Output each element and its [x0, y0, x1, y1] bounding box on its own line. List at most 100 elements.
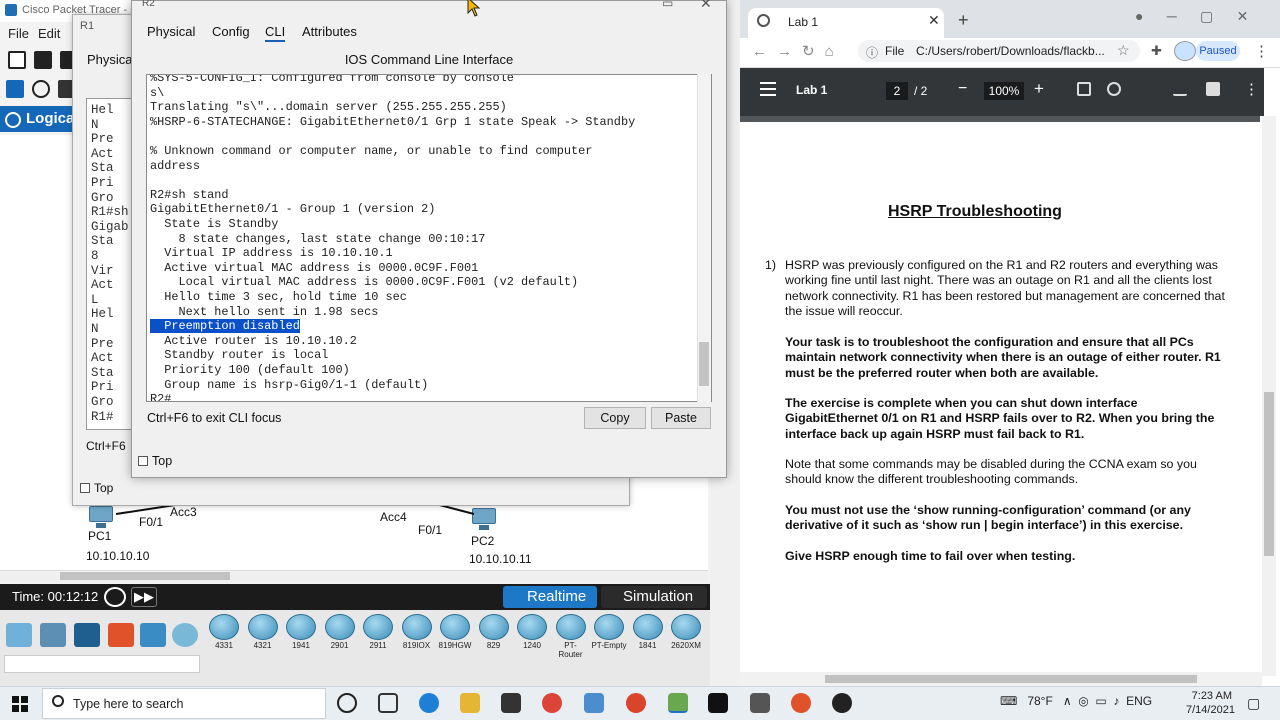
- window-controls[interactable]: ● ─ ▢ ✕: [1135, 8, 1248, 25]
- zoom-icon[interactable]: [32, 80, 50, 98]
- connections-category-icon[interactable]: [108, 623, 134, 647]
- router-model-item[interactable]: 1240: [514, 614, 550, 650]
- pc1-label: PC1: [88, 529, 112, 543]
- chrome-menu-icon[interactable]: ⋮: [1254, 42, 1269, 60]
- system-tray[interactable]: ⌨ 78°F ∧ ◎ ▭ ♪ ENG: [1000, 694, 1152, 708]
- fast-forward-icon[interactable]: ▶▶: [131, 587, 157, 607]
- profile-avatar[interactable]: [1174, 41, 1196, 61]
- tab-cli[interactable]: CLI: [265, 24, 286, 42]
- sync-paused-badge[interactable]: Paused: [1196, 41, 1240, 61]
- network-devices-category-icon[interactable]: [6, 623, 32, 647]
- app-icon[interactable]: [750, 693, 770, 713]
- pdf-more-icon[interactable]: ⋮: [1244, 80, 1259, 98]
- zoom-out-icon[interactable]: −: [958, 80, 967, 98]
- app-icon[interactable]: [626, 693, 646, 713]
- taskbar-clock[interactable]: 7:23 AM 7/14/2021: [1186, 689, 1235, 717]
- router-model-item[interactable]: 2911: [360, 614, 396, 650]
- chrome-icon[interactable]: [542, 693, 562, 713]
- packet-tracer-taskbar-icon[interactable]: [668, 693, 688, 713]
- notifications-icon[interactable]: ▢: [1247, 695, 1260, 712]
- misc-category-icon[interactable]: [140, 623, 166, 647]
- router-model-item[interactable]: 1841: [630, 614, 666, 650]
- pdf-page-input[interactable]: 2: [886, 82, 908, 100]
- router-model-item[interactable]: 2620XM: [668, 614, 704, 650]
- checkbox-box[interactable]: [80, 483, 90, 493]
- router-model-item[interactable]: 4331: [206, 614, 242, 650]
- cortana-icon[interactable]: [337, 693, 357, 713]
- pdf-menu-icon[interactable]: [760, 82, 776, 96]
- pdf-scroll-thumb[interactable]: [1264, 392, 1274, 556]
- pdf-zoom-input[interactable]: 100%: [984, 82, 1024, 100]
- components-category-icon[interactable]: [74, 623, 100, 647]
- app-icon[interactable]: [791, 693, 811, 713]
- store-icon[interactable]: [501, 693, 521, 713]
- router-icon: [401, 614, 432, 640]
- router-model-label: 2620XM: [671, 641, 701, 650]
- tab-physical[interactable]: Physical: [147, 24, 195, 39]
- terminal-scroll-thumb[interactable]: [699, 342, 709, 386]
- menu-edit[interactable]: Edit: [38, 26, 60, 41]
- logical-view-icon: [5, 112, 21, 128]
- r2-cli-terminal[interactable]: %SYS-5-CONFIG_I: Configured from console…: [146, 74, 712, 402]
- paste-button[interactable]: Paste: [651, 407, 711, 429]
- pdf-item-number: 1): [765, 258, 777, 272]
- end-devices-category-icon[interactable]: [40, 623, 66, 647]
- chrome-tab-lab1[interactable]: [748, 8, 944, 38]
- r1-tab-physical[interactable]: Physica: [87, 52, 133, 67]
- bookmark-star-icon[interactable]: ☆: [1117, 42, 1130, 59]
- router-model-item[interactable]: PT-Empty: [591, 614, 627, 650]
- pdf-title: Lab 1: [796, 83, 828, 97]
- workspace-scroll-thumb[interactable]: [60, 572, 230, 580]
- copy-button[interactable]: Copy: [584, 407, 646, 429]
- menu-file[interactable]: File: [8, 26, 29, 41]
- tab-close-icon[interactable]: ✕: [928, 12, 940, 29]
- address-scheme: File: [885, 44, 905, 58]
- close-icon[interactable]: ✕: [700, 0, 712, 12]
- zoom-in-icon[interactable]: +: [1034, 79, 1044, 99]
- router-model-item[interactable]: PT-Router: [553, 614, 589, 659]
- app-icon[interactable]: [832, 693, 852, 713]
- nav-buttons[interactable]: ←→↻⌂: [752, 42, 844, 60]
- r2-top-checkbox[interactable]: Top: [138, 454, 172, 468]
- multiuser-category-icon[interactable]: [172, 623, 198, 647]
- select-tool-icon[interactable]: [6, 80, 24, 98]
- task-view-icon[interactable]: [378, 693, 398, 713]
- extensions-puzzle-icon[interactable]: ✚: [1151, 43, 1162, 59]
- app-icon[interactable]: [708, 693, 728, 713]
- router-model-item[interactable]: 819HGW: [437, 614, 473, 650]
- tab-config[interactable]: Config: [212, 24, 250, 39]
- router-model-item[interactable]: 2901: [322, 614, 358, 650]
- rotate-icon[interactable]: [1107, 82, 1121, 96]
- terminal-line: Active router is 10.10.10.2: [150, 333, 357, 348]
- r1-terminal-line: Hel: [91, 307, 114, 322]
- pc1-device-icon[interactable]: [89, 506, 113, 528]
- network-app-icon[interactable]: [584, 693, 604, 713]
- router-model-item[interactable]: 829: [476, 614, 512, 650]
- simulation-mode-button[interactable]: Simulation: [601, 586, 707, 608]
- file-explorer-icon[interactable]: [460, 693, 480, 713]
- power-cycle-icon[interactable]: [104, 587, 126, 607]
- windows-start-icon[interactable]: [12, 696, 28, 712]
- realtime-mode-button[interactable]: Realtime: [503, 586, 597, 608]
- r1-top-checkbox[interactable]: Top: [80, 481, 113, 495]
- pdf-h-scroll-thumb[interactable]: [825, 675, 1197, 683]
- r1-terminal-line: Gro: [91, 395, 114, 409]
- download-icon[interactable]: [1173, 82, 1187, 96]
- minimize-icon[interactable]: ▭: [662, 0, 673, 10]
- print-icon[interactable]: [1206, 82, 1220, 96]
- router-model-label: 1841: [638, 641, 657, 650]
- router-model-item[interactable]: 819IOX: [399, 614, 435, 650]
- new-file-icon[interactable]: [8, 51, 26, 69]
- device-search-field[interactable]: [4, 655, 200, 673]
- router-model-label: 1240: [523, 641, 541, 650]
- edge-icon[interactable]: [419, 693, 439, 713]
- fit-page-icon[interactable]: [1077, 82, 1091, 96]
- router-model-item[interactable]: 1941: [283, 614, 319, 650]
- router-model-item[interactable]: 4321: [245, 614, 281, 650]
- info-icon[interactable]: ⓘ: [866, 44, 878, 61]
- checkbox-box[interactable]: [138, 456, 148, 466]
- address-url: C:/Users/robert/Downloads/flackb...: [916, 44, 1105, 58]
- tab-attributes[interactable]: Attributes: [302, 24, 357, 39]
- new-tab-icon[interactable]: +: [958, 10, 969, 31]
- open-folder-icon[interactable]: [34, 51, 52, 69]
